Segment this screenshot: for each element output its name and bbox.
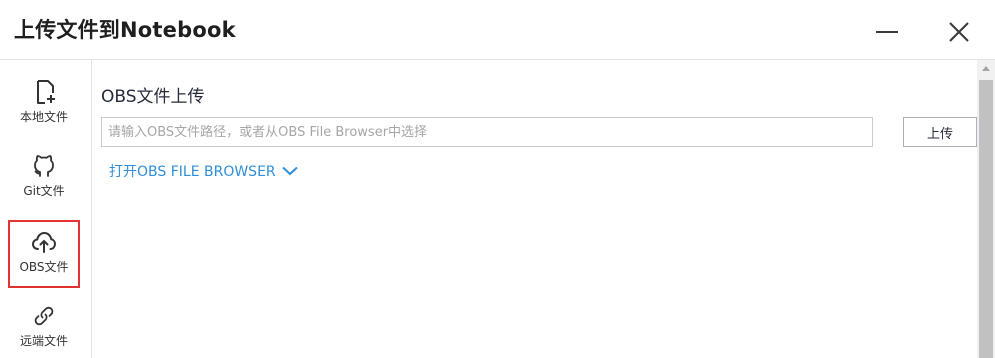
minimize-icon [876,31,898,33]
sidebar-item-label: 本地文件 [19,110,68,124]
obs-path-input[interactable] [101,117,873,147]
main-panel: OBS文件上传 上传 打开OBS FILE BROWSER [93,60,977,358]
vertical-scrollbar[interactable] [977,60,995,358]
sidebar-item-obs-file[interactable]: OBS文件 [8,220,80,288]
sidebar-item-label: OBS文件 [19,260,69,274]
chevron-down-icon [281,166,298,176]
sidebar-item-remote-file[interactable]: 远端文件 [8,296,80,358]
section-title: OBS文件上传 [101,87,205,107]
sidebar-item-label: Git文件 [23,184,65,198]
cloud-upload-icon [32,232,56,253]
link-icon [34,306,54,326]
sidebar-item-local-file[interactable]: 本地文件 [8,72,80,140]
minimize-button[interactable] [872,13,908,49]
sidebar-item-git-file[interactable]: Git文件 [8,146,80,214]
close-icon [949,22,969,42]
window-title: 上传文件到Notebook [14,18,236,42]
local-file-add-icon [37,80,55,104]
open-obs-browser-link[interactable]: 打开OBS FILE BROWSER [109,161,298,181]
open-obs-browser-label: 打开OBS FILE BROWSER [109,164,276,180]
sidebar-item-label: 远端文件 [19,334,68,348]
upload-button[interactable]: 上传 [903,117,977,147]
github-icon [34,155,54,177]
sidebar: 本地文件 Git文件 OBS文件 远端文件 [0,60,92,358]
title-bar: 上传文件到Notebook [0,0,995,60]
scroll-up-arrow-icon[interactable] [982,66,990,71]
scroll-thumb[interactable] [979,80,993,358]
close-button[interactable] [942,13,978,49]
